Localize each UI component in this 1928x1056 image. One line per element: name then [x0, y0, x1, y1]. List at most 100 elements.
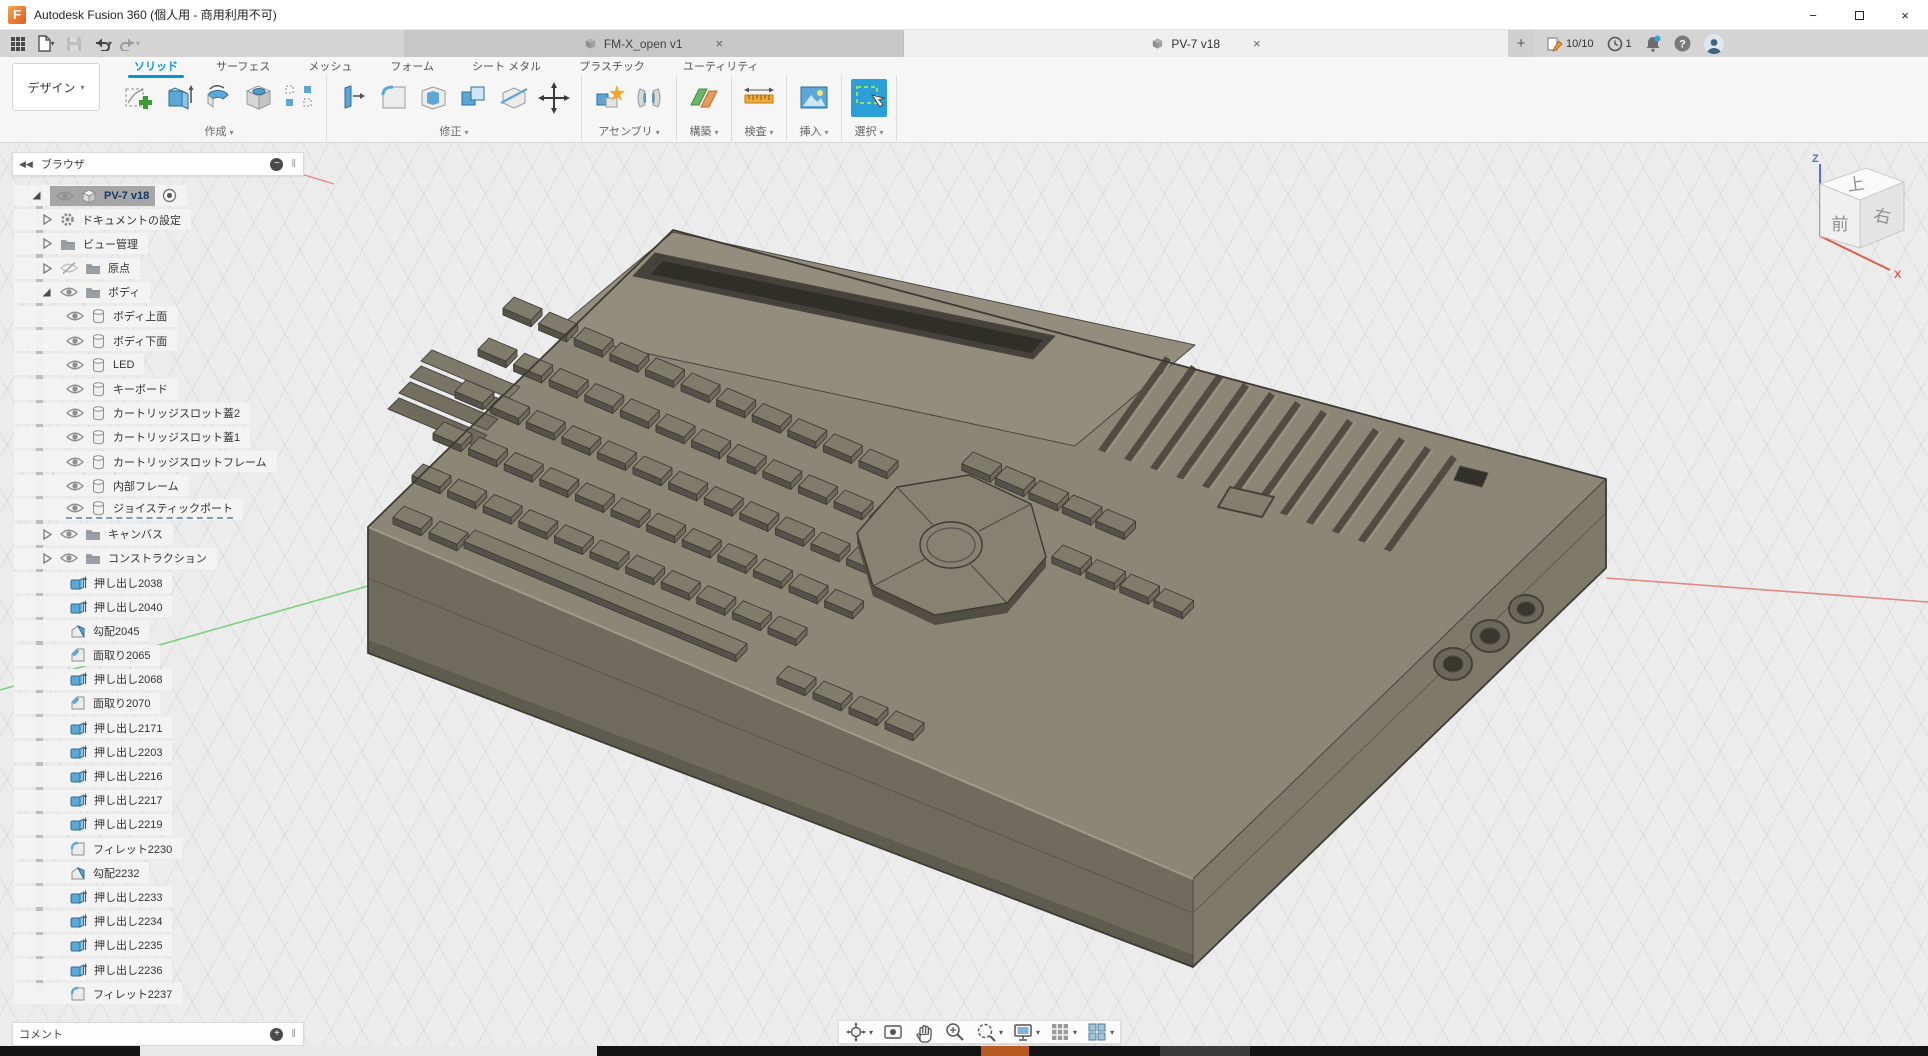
tree-row-ボディ上面[interactable]: ボディ上面	[14, 306, 177, 327]
tab-close-icon[interactable]: ×	[716, 36, 724, 51]
close-button[interactable]: ×	[1882, 0, 1928, 30]
tree-row-カートリッジスロット蓋1[interactable]: カートリッジスロット蓋1	[14, 427, 250, 448]
tree-row-LED[interactable]: LED	[14, 354, 144, 375]
ribbon-tab-メッシュ[interactable]: メッシュ	[306, 57, 354, 75]
job-clock-button[interactable]: 1	[1607, 36, 1632, 52]
tree-row-キーボード[interactable]: キーボード	[14, 379, 178, 400]
timeline-strip[interactable]	[0, 1046, 1928, 1056]
browser-panel-header[interactable]: ◀◀ ブラウザ − ‖	[12, 152, 304, 176]
joint-icon[interactable]	[631, 79, 667, 117]
look-at-icon[interactable]	[882, 1021, 904, 1043]
ribbon-group-label[interactable]: 選択 ▾	[854, 123, 883, 139]
tree-row-押し出し2203[interactable]: 押し出し2203	[14, 741, 172, 762]
ribbon-tab-ユーティリティ[interactable]: ユーティリティ	[681, 57, 761, 75]
tree-row-ボディ[interactable]: ボディ	[14, 282, 150, 303]
tree-row-押し出し2236[interactable]: 押し出し2236	[14, 959, 172, 980]
visibility-eye-icon[interactable]	[66, 310, 84, 322]
tree-row-面取り2065[interactable]: 面取り2065	[14, 645, 160, 666]
ribbon-group-label[interactable]: 構築 ▾	[689, 123, 718, 139]
select-icon[interactable]	[851, 79, 887, 117]
tree-row-押し出し2219[interactable]: 押し出し2219	[14, 814, 172, 835]
tree-row-ビュー管理[interactable]: ビュー管理	[14, 233, 148, 254]
fit-icon[interactable]: ▾	[975, 1021, 1003, 1043]
tree-row-フィレット2237[interactable]: フィレット2237	[14, 983, 182, 1004]
display-settings-icon[interactable]: ▾	[1012, 1021, 1040, 1043]
tree-row-コンストラクション[interactable]: コンストラクション	[14, 548, 217, 569]
tree-row-押し出し2040[interactable]: 押し出し2040	[14, 596, 172, 617]
grid-settings-icon[interactable]: ▾	[1049, 1021, 1077, 1043]
collapse-arrow-icon[interactable]	[30, 189, 43, 202]
tree-row-キャンバス[interactable]: キャンバス	[14, 524, 173, 545]
tab-pv7[interactable]: PV-7 v18 ×	[904, 30, 1508, 57]
maximize-button[interactable]	[1836, 0, 1882, 30]
press-pull-icon[interactable]	[336, 79, 372, 117]
visibility-eye-icon[interactable]	[66, 480, 84, 492]
app-grid-icon[interactable]	[6, 32, 30, 56]
expand-arrow-icon[interactable]	[40, 262, 53, 275]
visibility-eye-icon[interactable]	[66, 456, 84, 468]
shell-icon[interactable]	[416, 79, 452, 117]
visibility-eye-icon[interactable]	[60, 552, 78, 564]
ribbon-tab-ソリッド[interactable]: ソリッド	[132, 57, 180, 75]
comment-drag-handle[interactable]: ‖	[291, 1028, 297, 1040]
tree-row-押し出し2171[interactable]: 押し出し2171	[14, 717, 172, 738]
visibility-eye-icon[interactable]	[66, 335, 84, 347]
pattern-icon[interactable]	[281, 79, 317, 117]
workspace-selector[interactable]: デザイン ▾	[12, 63, 100, 111]
expand-arrow-icon[interactable]	[40, 552, 53, 565]
visibility-eye-icon[interactable]	[66, 359, 84, 371]
help-icon[interactable]: ?	[1674, 35, 1691, 52]
ribbon-group-label[interactable]: 作成 ▾	[204, 123, 233, 139]
minimize-button[interactable]: −	[1790, 0, 1836, 30]
revolve-icon[interactable]	[201, 79, 237, 117]
pan-icon[interactable]	[913, 1021, 935, 1043]
tree-row-原点[interactable]: 原点	[14, 258, 140, 279]
measure-icon[interactable]	[741, 79, 777, 117]
panel-minus-icon[interactable]: −	[270, 158, 283, 171]
ribbon-group-label[interactable]: 挿入 ▾	[799, 123, 828, 139]
viewport-canvas[interactable]: ◀◀ ブラウザ − ‖ PV-7 v18ドキュメントの設定ビュー管理原点ボディボ…	[0, 143, 1928, 1046]
timeline-marker[interactable]	[981, 1046, 1029, 1056]
create-sketch-icon[interactable]	[121, 79, 157, 117]
extrude-icon[interactable]	[161, 79, 197, 117]
tree-row-フィレット2230[interactable]: フィレット2230	[14, 838, 182, 859]
tab-fmx-open[interactable]: FM-X_open v1 ×	[404, 30, 904, 57]
panel-drag-handle[interactable]: ‖	[291, 158, 297, 170]
job-status-button[interactable]: 10/10	[1546, 36, 1594, 52]
tree-row-ボディ下面[interactable]: ボディ下面	[14, 330, 177, 351]
visibility-eye-icon[interactable]	[66, 502, 84, 514]
visibility-eye-icon[interactable]	[60, 286, 78, 298]
tree-row-PV-7 v18[interactable]: PV-7 v18	[14, 185, 187, 206]
new-component-icon[interactable]	[591, 79, 627, 117]
tree-row-勾配2232[interactable]: 勾配2232	[14, 862, 149, 883]
viewports-icon[interactable]: ▾	[1086, 1021, 1114, 1043]
zoom-icon[interactable]	[944, 1021, 966, 1043]
combine-icon[interactable]	[456, 79, 492, 117]
ribbon-group-label[interactable]: 検査 ▾	[744, 123, 773, 139]
tree-row-勾配2045[interactable]: 勾配2045	[14, 620, 149, 641]
ribbon-tab-シート メタル[interactable]: シート メタル	[470, 57, 543, 75]
ribbon-group-label[interactable]: 修正 ▾	[439, 123, 468, 139]
redo-icon[interactable]: ▾	[118, 32, 142, 56]
orbit-icon[interactable]: ▾	[845, 1021, 873, 1043]
file-menu-icon[interactable]: ▾	[34, 32, 58, 56]
expand-arrow-icon[interactable]	[40, 528, 53, 541]
tree-row-押し出し2234[interactable]: 押し出し2234	[14, 911, 172, 932]
visibility-eye-icon[interactable]	[66, 431, 84, 443]
tree-row-押し出し2217[interactable]: 押し出し2217	[14, 790, 172, 811]
undo-icon[interactable]: ▾	[90, 32, 114, 56]
fillet-icon[interactable]	[376, 79, 412, 117]
timeline-track[interactable]	[140, 1046, 597, 1056]
tree-row-押し出し2216[interactable]: 押し出し2216	[14, 766, 172, 787]
comment-bar[interactable]: コメント + ‖	[12, 1022, 304, 1046]
tree-row-ジョイスティックポート[interactable]: ジョイスティックポート	[14, 499, 243, 520]
visibility-eye-off-icon[interactable]	[60, 262, 78, 275]
tree-row-押し出し2233[interactable]: 押し出し2233	[14, 886, 172, 907]
ribbon-tab-プラスチック[interactable]: プラスチック	[577, 57, 647, 75]
visibility-eye-icon[interactable]	[60, 528, 78, 540]
collapse-panel-icon[interactable]: ◀◀	[19, 159, 33, 170]
tree-row-面取り2070[interactable]: 面取り2070	[14, 693, 160, 714]
tree-row-押し出し2068[interactable]: 押し出し2068	[14, 669, 172, 690]
ribbon-group-label[interactable]: アセンブリ ▾	[598, 123, 660, 139]
construction-plane-icon[interactable]	[686, 79, 722, 117]
